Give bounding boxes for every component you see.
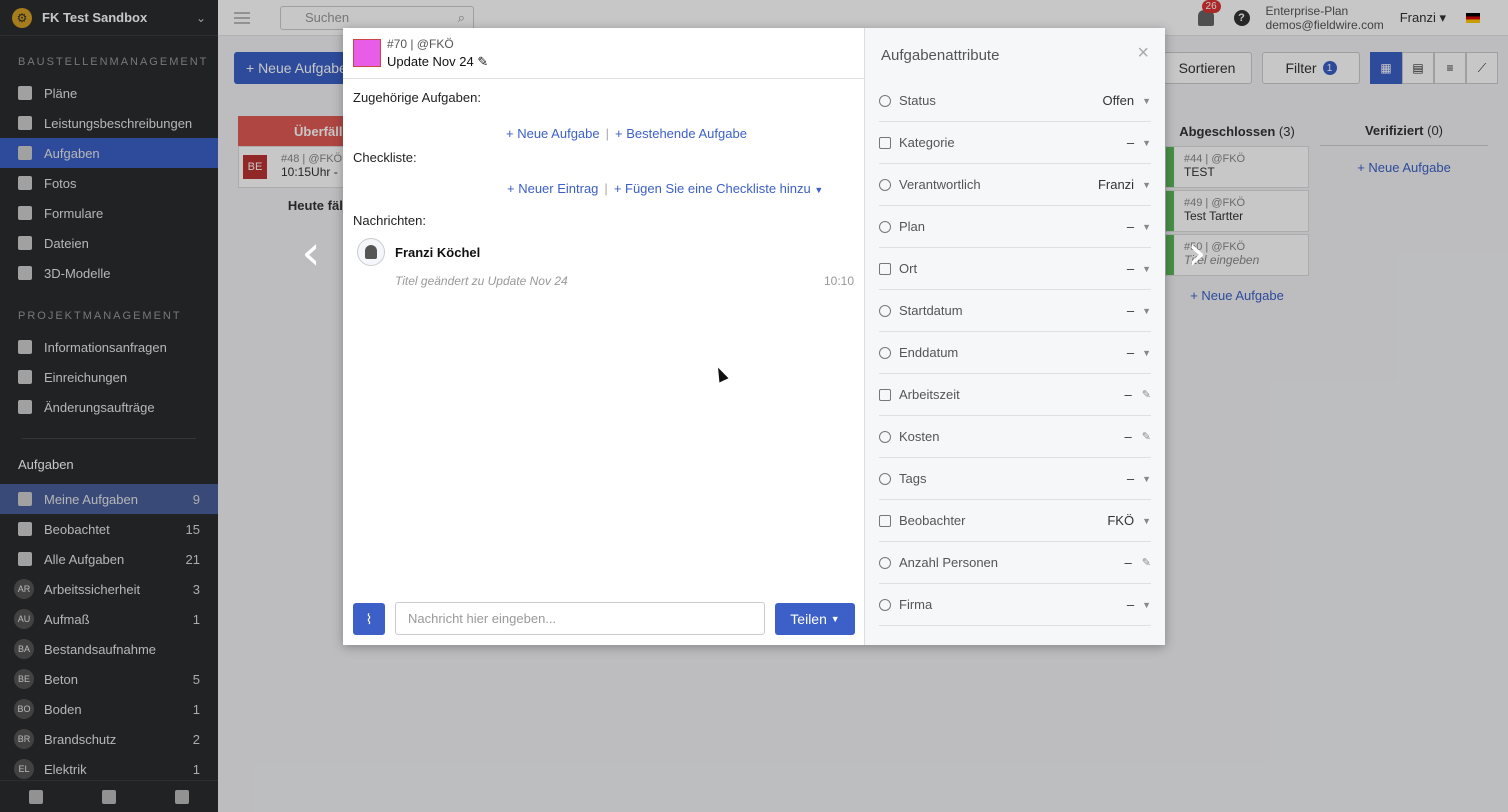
attribute-row-firma[interactable]: Firma – ▼ xyxy=(879,584,1151,626)
close-icon[interactable]: × xyxy=(1137,42,1149,65)
caret-down-icon: ▼ xyxy=(830,614,840,624)
attribute-label: Status xyxy=(899,93,936,108)
attribute-value: Offen xyxy=(1102,93,1135,108)
attribute-icon xyxy=(879,136,891,149)
message-author: Franzi Köchel xyxy=(395,245,481,260)
attribute-icon xyxy=(879,346,891,359)
task-detail-modal: #70 | @FKÖ Update Nov 24 ✎ Zugehörige Au… xyxy=(343,28,1165,645)
related-tasks-links: + Neue Aufgabe | + Bestehende Aufgabe xyxy=(506,126,747,141)
attribute-value: – xyxy=(1126,303,1135,318)
message-input[interactable] xyxy=(395,602,765,635)
task-meta: #70 | @FKÖ xyxy=(387,36,454,51)
caret-down-icon[interactable]: ▼ xyxy=(1142,222,1151,232)
attribute-row-ort[interactable]: Ort – ▼ xyxy=(879,248,1151,290)
attribute-row-arbeitszeit[interactable]: Arbeitszeit – ✎ xyxy=(879,374,1151,416)
pencil-icon[interactable]: ✎ xyxy=(1142,388,1151,401)
attribute-row-kosten[interactable]: Kosten – ✎ xyxy=(879,416,1151,458)
attribute-row-anzahl-personen[interactable]: Anzahl Personen – ✎ xyxy=(879,542,1151,584)
existing-task-link[interactable]: + Bestehende Aufgabe xyxy=(615,126,747,141)
new-task-link[interactable]: + Neue Aufgabe xyxy=(506,126,600,141)
attribute-label: Kosten xyxy=(899,429,940,444)
caret-down-icon[interactable]: ▼ xyxy=(1142,516,1151,526)
attribute-value: – xyxy=(1124,387,1132,402)
new-entry-link[interactable]: + Neuer Eintrag xyxy=(507,181,598,196)
attribute-icon xyxy=(879,472,891,485)
avatar xyxy=(357,238,385,266)
attribute-label: Kategorie xyxy=(899,135,955,150)
attribute-value: Franzi xyxy=(1097,177,1135,192)
attribute-label: Enddatum xyxy=(899,345,959,360)
attribute-icon xyxy=(879,94,891,107)
attribute-label: Plan xyxy=(899,219,926,234)
message-text: Titel geändert zu Update Nov 24 xyxy=(395,274,568,288)
previous-task-arrow-icon[interactable]: ‹ xyxy=(296,229,326,277)
attribute-label: Arbeitszeit xyxy=(899,387,960,402)
attribute-row-enddatum[interactable]: Enddatum – ▼ xyxy=(879,332,1151,374)
attribute-label: Ort xyxy=(899,261,918,276)
attribute-label: Anzahl Personen xyxy=(899,555,999,570)
caret-down-icon[interactable]: ▼ xyxy=(1142,180,1151,190)
attribute-icon xyxy=(879,220,891,233)
attribute-label: Verantwortlich xyxy=(899,177,981,192)
task-header: #70 | @FKÖ Update Nov 24 ✎ xyxy=(343,28,864,79)
caret-down-icon[interactable]: ▼ xyxy=(1142,96,1151,106)
caret-down-icon[interactable]: ▼ xyxy=(1142,600,1151,610)
task-detail-main: #70 | @FKÖ Update Nov 24 ✎ Zugehörige Au… xyxy=(343,28,865,645)
message-time: 10:10 xyxy=(823,274,854,288)
attribute-value: – xyxy=(1126,135,1135,150)
related-tasks-label: Zugehörige Aufgaben: xyxy=(353,90,481,105)
attribute-row-plan[interactable]: Plan – ▼ xyxy=(879,206,1151,248)
checklist-links: + Neuer Eintrag | + Fügen Sie eine Checkli… xyxy=(507,181,824,196)
attribute-icon xyxy=(879,514,891,527)
attach-button[interactable]: ⌇ xyxy=(353,603,385,635)
attribute-icon xyxy=(879,178,891,191)
attribute-icon xyxy=(879,304,891,317)
next-task-arrow-icon[interactable]: › xyxy=(1182,229,1212,277)
attribute-value: – xyxy=(1126,597,1135,612)
paperclip-icon: ⌇ xyxy=(365,610,373,627)
attribute-icon xyxy=(879,262,891,275)
attribute-value: – xyxy=(1126,471,1135,486)
attribute-label: Startdatum xyxy=(899,303,963,318)
task-title[interactable]: Update Nov 24 ✎ xyxy=(387,54,488,70)
attribute-value: – xyxy=(1124,429,1132,444)
attribute-row-kategorie[interactable]: Kategorie – ▼ xyxy=(879,122,1151,164)
attribute-icon xyxy=(879,556,891,569)
caret-down-icon[interactable]: ▼ xyxy=(1142,306,1151,316)
pencil-icon[interactable]: ✎ xyxy=(477,54,488,69)
caret-down-icon[interactable]: ▼ xyxy=(814,185,823,195)
attribute-icon xyxy=(879,388,891,401)
attribute-label: Beobachter xyxy=(899,513,966,528)
caret-down-icon[interactable]: ▼ xyxy=(1142,138,1151,148)
attribute-icon xyxy=(879,430,891,443)
attribute-row-beobachter[interactable]: Beobachter FKÖ ▼ xyxy=(879,500,1151,542)
attributes-title: Aufgabenattribute xyxy=(881,47,1000,64)
attribute-row-tags[interactable]: Tags – ▼ xyxy=(879,458,1151,500)
pencil-icon[interactable]: ✎ xyxy=(1142,556,1151,569)
attribute-value: – xyxy=(1126,261,1135,276)
caret-down-icon[interactable]: ▼ xyxy=(1142,474,1151,484)
task-attributes-panel: Aufgabenattribute × Status Offen ▼ Kategori… xyxy=(865,28,1165,645)
attributes-list: Status Offen ▼ Kategorie – ▼ Verantwortlich Fra… xyxy=(879,80,1151,626)
messages-label: Nachrichten: xyxy=(353,213,426,228)
attribute-row-startdatum[interactable]: Startdatum – ▼ xyxy=(879,290,1151,332)
add-checklist-link[interactable]: + Fügen Sie eine Checkliste hinzu xyxy=(614,181,811,196)
attribute-row-status[interactable]: Status Offen ▼ xyxy=(879,80,1151,122)
attribute-row-verantwortlich[interactable]: Verantwortlich Franzi ▼ xyxy=(879,164,1151,206)
attribute-value: FKÖ xyxy=(1107,513,1135,528)
caret-down-icon[interactable]: ▼ xyxy=(1142,264,1151,274)
attribute-value: – xyxy=(1126,219,1135,234)
attribute-icon xyxy=(879,598,891,611)
attribute-label: Tags xyxy=(899,471,927,486)
pencil-icon[interactable]: ✎ xyxy=(1142,430,1151,443)
attribute-value: – xyxy=(1124,555,1132,570)
share-button[interactable]: Teilen ▼ xyxy=(775,603,855,635)
task-color-swatch[interactable] xyxy=(353,39,381,67)
attribute-value: – xyxy=(1126,345,1135,360)
attribute-label: Firma xyxy=(899,597,933,612)
caret-down-icon[interactable]: ▼ xyxy=(1142,348,1151,358)
checklist-label: Checkliste: xyxy=(353,150,417,165)
